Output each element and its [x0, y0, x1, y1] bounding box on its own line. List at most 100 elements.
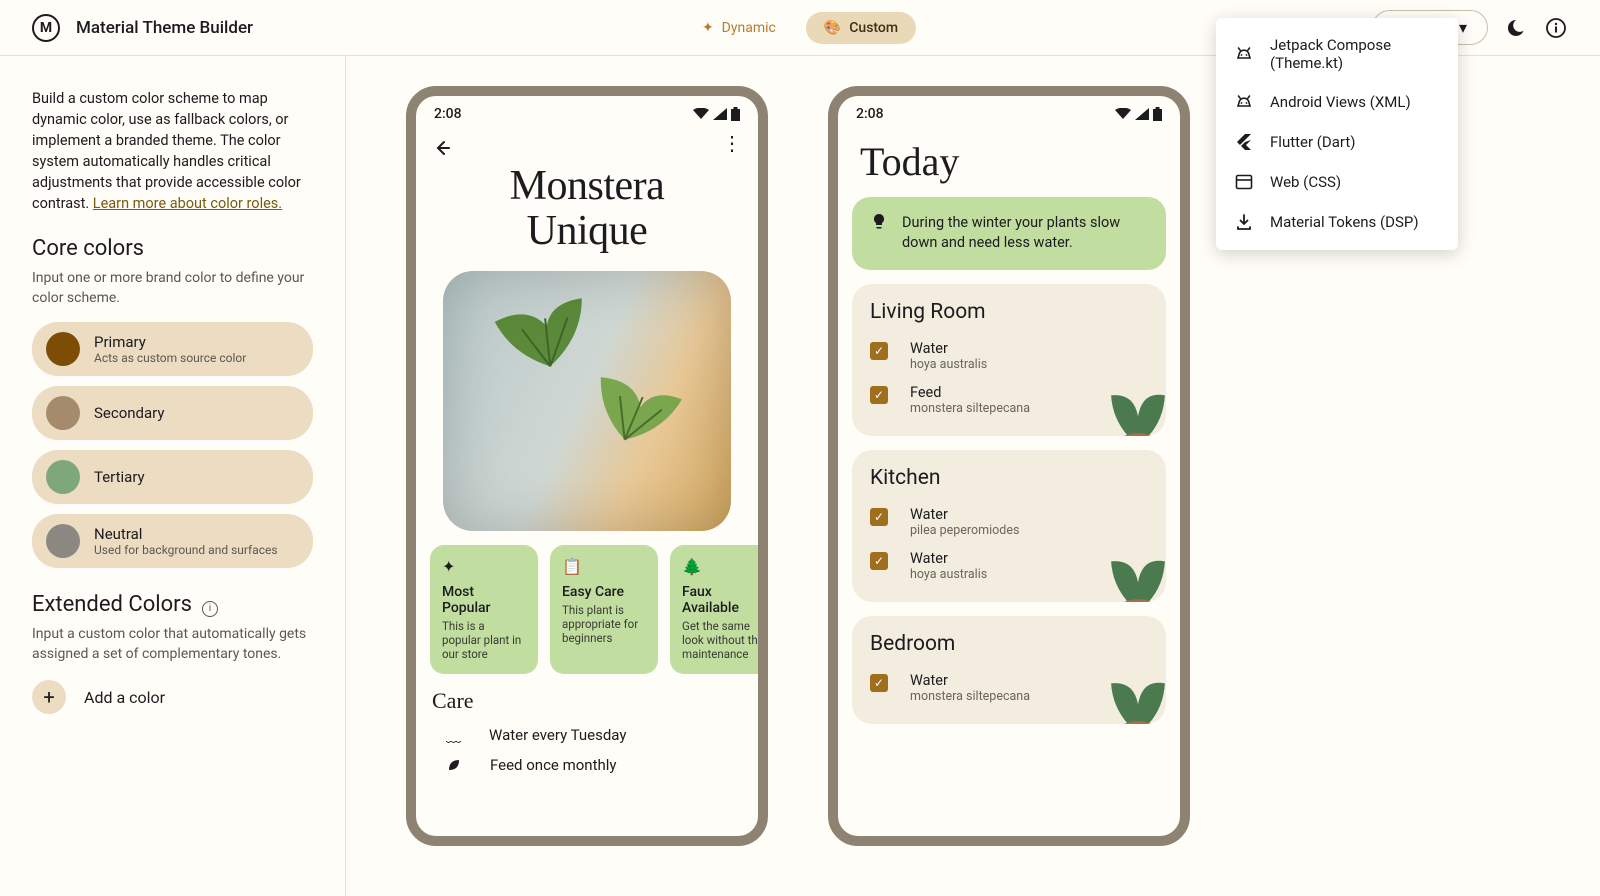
export-item-label: Jetpack Compose (Theme.kt)	[1270, 36, 1440, 72]
add-color-label: Add a color	[84, 688, 165, 707]
core-colors-heading: Core colors	[32, 236, 313, 261]
battery-icon	[731, 107, 740, 121]
info-icon[interactable]	[1544, 16, 1568, 40]
chip-icon: 📋	[562, 557, 646, 576]
color-label: Neutral	[94, 525, 278, 543]
export-item-label: Material Tokens (DSP)	[1270, 213, 1419, 231]
battery-icon	[1153, 107, 1162, 121]
checkbox-icon[interactable]: ✓	[870, 386, 888, 404]
task-title: Feed	[910, 384, 1030, 401]
water-icon: ﹏	[446, 725, 461, 746]
sparkle-icon: ✦	[702, 20, 714, 36]
export-item-flutter[interactable]: Flutter (Dart)	[1216, 122, 1458, 162]
room-name: Kitchen	[870, 466, 1148, 490]
task-subtitle: monstera siltepecana	[910, 401, 1030, 416]
checkbox-icon[interactable]: ✓	[870, 552, 888, 570]
color-swatch	[46, 332, 80, 366]
plant-title: Monstera Unique	[416, 164, 758, 255]
tab-custom-label: Custom	[849, 20, 898, 36]
export-item-label: Web (CSS)	[1270, 173, 1341, 191]
signal-icon	[1135, 108, 1149, 120]
wifi-icon	[1115, 108, 1131, 120]
android-icon	[1234, 44, 1254, 64]
room-card: Bedroom ✓ Water monstera siltepecana	[852, 616, 1166, 724]
wifi-icon	[693, 108, 709, 120]
care-row: ﹏ Water every Tuesday	[416, 720, 758, 751]
plant-illustration	[1096, 366, 1166, 436]
checkbox-icon[interactable]: ✓	[870, 508, 888, 526]
sidebar: Build a custom color scheme to map dynam…	[0, 56, 346, 896]
room-name: Living Room	[870, 300, 1148, 324]
care-heading: Care	[416, 674, 758, 720]
task-subtitle: monstera siltepecana	[910, 689, 1030, 704]
color-swatch	[46, 396, 80, 430]
color-row-tertiary[interactable]: Tertiary	[32, 450, 313, 504]
export-item-compose[interactable]: Jetpack Compose (Theme.kt)	[1216, 26, 1458, 82]
task-title: Water	[910, 672, 1030, 689]
feature-chip[interactable]: 📋 Easy Care This plant is appropriate fo…	[550, 545, 658, 674]
export-item-label: Android Views (XML)	[1270, 93, 1411, 111]
bulb-icon	[870, 213, 888, 254]
task-subtitle: pilea peperomiodes	[910, 523, 1019, 538]
export-item-label: Flutter (Dart)	[1270, 133, 1356, 151]
back-icon[interactable]	[432, 138, 452, 158]
status-time: 2:08	[434, 106, 462, 122]
task-subtitle: hoya australis	[910, 357, 987, 372]
signal-icon	[713, 108, 727, 120]
task-title: Water	[910, 506, 1019, 523]
intro-text: Build a custom color scheme to map dynam…	[32, 88, 313, 214]
app-logo: M	[32, 14, 60, 42]
export-item-android-views[interactable]: Android Views (XML)	[1216, 82, 1458, 122]
add-color-button[interactable]: +	[32, 680, 66, 714]
palette-icon: 🎨	[824, 20, 841, 36]
app-title: Material Theme Builder	[76, 18, 253, 38]
web-icon	[1234, 172, 1254, 192]
care-row: Feed once monthly	[416, 751, 758, 779]
more-icon[interactable]: ⋮	[722, 138, 742, 158]
tab-dynamic-label: Dynamic	[722, 20, 776, 36]
color-swatch	[46, 460, 80, 494]
dark-mode-toggle[interactable]	[1504, 16, 1528, 40]
status-icons	[693, 107, 740, 121]
room-card: Living Room ✓ Water hoya australis ✓ Fee…	[852, 284, 1166, 436]
export-menu: Jetpack Compose (Theme.kt) Android Views…	[1216, 18, 1458, 250]
phone-preview-light: 2:08 ⋮ Monstera Unique	[406, 86, 768, 846]
plant-illustration	[1096, 532, 1166, 602]
phone-preview-today: 2:08 Today During the winter your plants…	[828, 86, 1190, 846]
plant-illustration	[1096, 654, 1166, 724]
color-row-neutral[interactable]: NeutralUsed for background and surfaces	[32, 514, 313, 568]
leaf-icon	[446, 757, 462, 773]
android-icon	[1234, 92, 1254, 112]
feature-chip[interactable]: 🌲 Faux Available Get the same look witho…	[670, 545, 758, 674]
learn-more-link[interactable]: Learn more about color roles.	[93, 195, 282, 212]
color-row-secondary[interactable]: Secondary	[32, 386, 313, 440]
tab-dynamic[interactable]: ✦ Dynamic	[684, 12, 794, 44]
feature-chip[interactable]: ✦ Most Popular This is a popular plant i…	[430, 545, 538, 674]
export-item-dsp[interactable]: Material Tokens (DSP)	[1216, 202, 1458, 242]
today-title: Today	[838, 132, 1180, 197]
chip-icon: 🌲	[682, 557, 758, 576]
plant-image	[443, 271, 731, 531]
chevron-down-icon: ▾	[1459, 18, 1467, 37]
checkbox-icon[interactable]: ✓	[870, 674, 888, 692]
tab-custom[interactable]: 🎨 Custom	[806, 12, 916, 44]
color-swatch	[46, 524, 80, 558]
chip-title: Easy Care	[562, 584, 646, 600]
core-colors-sub: Input one or more brand color to define …	[32, 269, 313, 308]
chip-title: Faux Available	[682, 584, 758, 616]
download-icon	[1234, 212, 1254, 232]
extended-colors-heading: Extended Colors	[32, 592, 192, 617]
flutter-icon	[1234, 132, 1254, 152]
export-item-web[interactable]: Web (CSS)	[1216, 162, 1458, 202]
info-icon[interactable]: i	[202, 601, 218, 617]
task-subtitle: hoya australis	[910, 567, 987, 582]
chip-icon: ✦	[442, 557, 526, 576]
color-row-primary[interactable]: PrimaryActs as custom source color	[32, 322, 313, 376]
task-title: Water	[910, 340, 987, 357]
color-sublabel: Acts as custom source color	[94, 351, 246, 365]
checkbox-icon[interactable]: ✓	[870, 342, 888, 360]
task-title: Water	[910, 550, 987, 567]
status-icons	[1115, 107, 1162, 121]
color-label: Primary	[94, 333, 246, 351]
extended-colors-sub: Input a custom color that automatically …	[32, 625, 313, 664]
